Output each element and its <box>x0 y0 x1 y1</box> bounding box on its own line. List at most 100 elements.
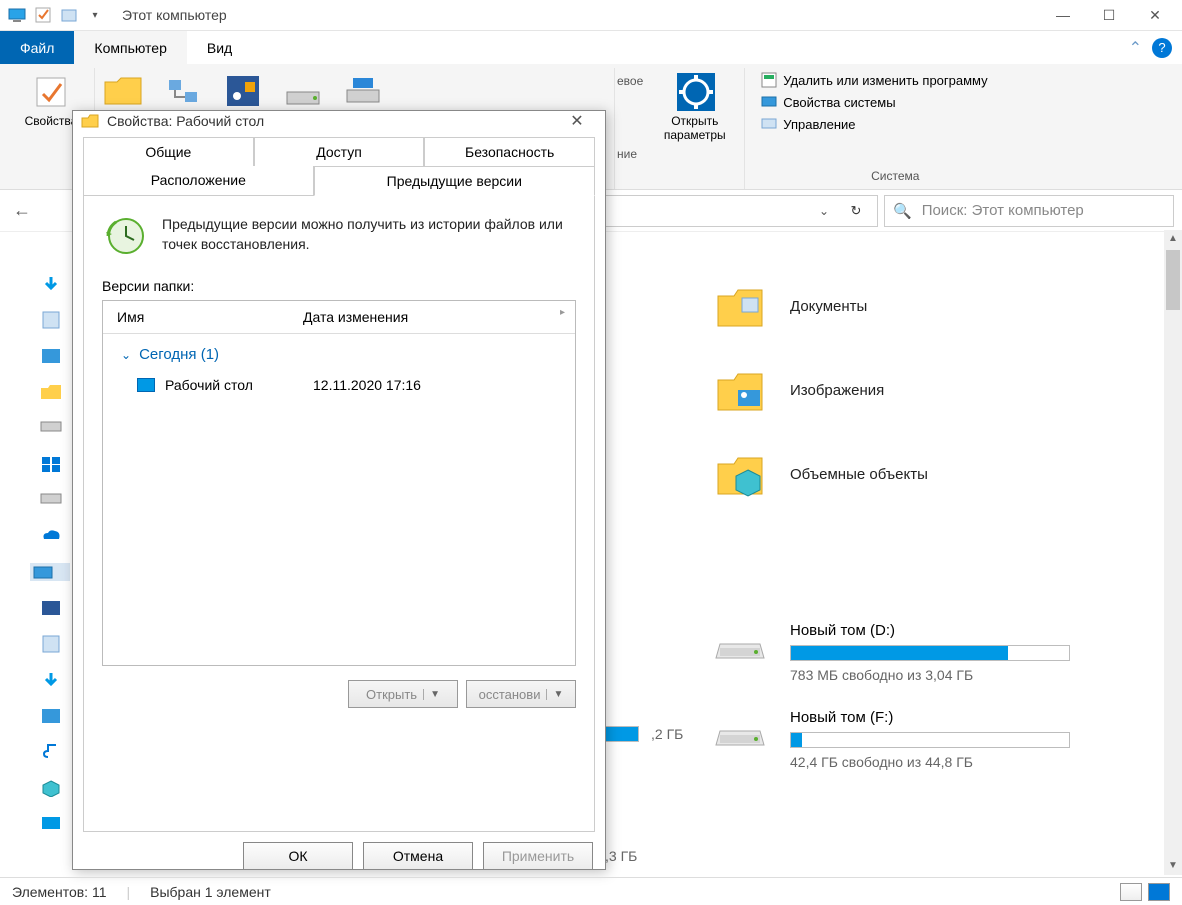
computer-icon <box>8 6 26 24</box>
ok-button[interactable]: ОК <box>243 842 353 870</box>
tab-computer[interactable]: Компьютер <box>74 31 186 64</box>
network-drive-icon <box>343 74 383 108</box>
info-text: Предыдущие версии можно получить из исто… <box>162 214 576 255</box>
drive-tree-icon-2[interactable] <box>40 491 62 509</box>
address-bar[interactable]: ⌄ ↻ <box>572 195 878 227</box>
thispc-tree-icon[interactable] <box>30 563 70 581</box>
column-date[interactable]: Дата изменения <box>289 301 422 333</box>
downloads-tree-icon[interactable] <box>40 275 62 293</box>
tab-general[interactable]: Общие <box>83 137 254 166</box>
folder-item[interactable]: Изображения <box>714 364 1162 416</box>
refresh-button[interactable]: ↻ <box>841 196 871 226</box>
drive-item[interactable]: Новый том (D:) 783 МБ свободно из 3,04 Г… <box>714 622 1162 683</box>
details-view-button[interactable] <box>1120 883 1142 901</box>
drive-peek-fragment: ,3 ГБ <box>605 848 637 864</box>
ribbon-uninstall-button[interactable]: Удалить или изменить программу <box>757 70 1033 90</box>
status-item-count: Элементов: 11 <box>12 884 107 900</box>
back-button[interactable]: ← <box>4 193 40 229</box>
desktop-tree-icon[interactable] <box>40 815 62 833</box>
tab-location[interactable]: Расположение <box>83 166 314 196</box>
3d-tree-icon[interactable] <box>40 779 62 797</box>
dropdown-icon[interactable]: ▼ <box>546 689 563 700</box>
drive-usage-bar <box>790 645 1070 661</box>
restore-version-button[interactable]: осстанови ▼ <box>466 680 576 708</box>
downloads-tree-icon-2[interactable] <box>40 671 62 689</box>
ribbon-open-settings-button[interactable]: Открыть параметры <box>658 68 732 146</box>
folder-icon <box>81 112 99 130</box>
drive-icon <box>714 622 766 662</box>
scroll-down-button[interactable]: ▼ <box>1164 857 1182 875</box>
dialog-close-button[interactable]: ✕ <box>557 111 597 131</box>
qat-dropdown-icon[interactable]: ▾ <box>86 6 104 24</box>
folder-item[interactable]: Документы <box>714 280 1162 332</box>
properties-qat-icon[interactable] <box>34 6 52 24</box>
window-controls: — ☐ ✕ <box>1040 0 1178 30</box>
folder-item[interactable]: Объемные объекты <box>714 448 1162 500</box>
ribbon-group-system-label: Система <box>753 165 1037 189</box>
tab-sharing[interactable]: Доступ <box>254 137 425 166</box>
search-input[interactable]: 🔍 Поиск: Этот компьютер <box>884 195 1174 227</box>
help-icon[interactable]: ? <box>1152 38 1172 58</box>
tab-previous-versions[interactable]: Предыдущие версии <box>314 166 595 196</box>
3dobjects-folder-icon <box>714 448 766 500</box>
column-overflow-icon[interactable]: ▸ <box>560 307 565 318</box>
maximize-button[interactable]: ☐ <box>1086 0 1132 30</box>
folder-qat-icon[interactable] <box>60 6 78 24</box>
versions-label: Версии папки: <box>102 278 576 294</box>
documents-tree-icon-2[interactable] <box>40 635 62 653</box>
drive-usage-bar <box>790 732 1070 748</box>
drive-icon <box>283 74 323 108</box>
version-item[interactable]: Рабочий стол 12.11.2020 17:16 <box>103 369 575 401</box>
uninstall-icon <box>761 72 777 88</box>
collapse-ribbon-icon[interactable]: ⌃ <box>1129 38 1142 58</box>
drive-item[interactable]: Новый том (F:) 42,4 ГБ свободно из 44,8 … <box>714 709 1162 770</box>
cancel-button[interactable]: Отмена <box>363 842 473 870</box>
history-clock-icon <box>102 214 146 258</box>
search-icon: 🔍 <box>893 202 912 220</box>
drive-tree-icon-1[interactable] <box>40 419 62 437</box>
quick-access-toolbar: ▾ <box>4 6 104 24</box>
address-dropdown-icon[interactable]: ⌄ <box>819 204 829 218</box>
documents-tree-icon[interactable] <box>40 311 62 329</box>
close-button[interactable]: ✕ <box>1132 0 1178 30</box>
content-area: Документы Изображения Объемные объекты Н… <box>610 280 1162 796</box>
minimize-button[interactable]: — <box>1040 0 1086 30</box>
music-tree-icon[interactable] <box>40 743 62 761</box>
list-header: Имя Дата изменения ▸ <box>103 301 575 334</box>
ribbon-tabs: Файл Компьютер Вид ⌃ ? <box>0 30 1182 64</box>
videos-tree-icon[interactable] <box>40 599 62 617</box>
manage-icon <box>761 116 777 132</box>
documents-folder-icon <box>714 280 766 332</box>
scroll-thumb[interactable] <box>1166 250 1180 310</box>
drive-icon <box>714 709 766 749</box>
navigation-tree <box>10 275 65 833</box>
folder-large-icon <box>103 74 143 108</box>
column-name[interactable]: Имя <box>103 301 289 333</box>
pictures-folder-icon <box>714 364 766 416</box>
apply-button[interactable]: Применить <box>483 842 593 870</box>
status-bar: Элементов: 11 | Выбран 1 элемент <box>0 877 1182 905</box>
sysprops-icon <box>761 94 777 110</box>
vertical-scrollbar[interactable]: ▲ ▼ <box>1164 230 1182 875</box>
media-icon <box>223 74 263 108</box>
ribbon-sysprops-button[interactable]: Свойства системы <box>757 92 1033 112</box>
tab-file[interactable]: Файл <box>0 31 74 64</box>
pictures-tree-icon[interactable] <box>40 347 62 365</box>
windows-tree-icon[interactable] <box>40 455 62 473</box>
scroll-up-button[interactable]: ▲ <box>1164 230 1182 248</box>
pictures-tree-icon-2[interactable] <box>40 707 62 725</box>
folder-tree-icon[interactable] <box>40 383 62 401</box>
ribbon-manage-button[interactable]: Управление <box>757 114 1033 134</box>
tab-view[interactable]: Вид <box>187 31 252 64</box>
tab-security[interactable]: Безопасность <box>424 137 595 166</box>
versions-list: Имя Дата изменения ▸ ⌄ Сегодня (1) Рабоч… <box>102 300 576 666</box>
tiles-view-button[interactable] <box>1148 883 1170 901</box>
open-version-button[interactable]: Открыть ▼ <box>348 680 458 708</box>
list-group-today[interactable]: ⌄ Сегодня (1) <box>103 334 575 369</box>
dialog-titlebar: Свойства: Рабочий стол ✕ <box>73 111 605 131</box>
status-selection: Выбран 1 элемент <box>150 884 271 900</box>
onedrive-tree-icon[interactable] <box>40 527 62 545</box>
window-title: Этот компьютер <box>122 7 227 23</box>
desktop-icon <box>137 378 155 392</box>
dropdown-icon[interactable]: ▼ <box>423 689 440 700</box>
